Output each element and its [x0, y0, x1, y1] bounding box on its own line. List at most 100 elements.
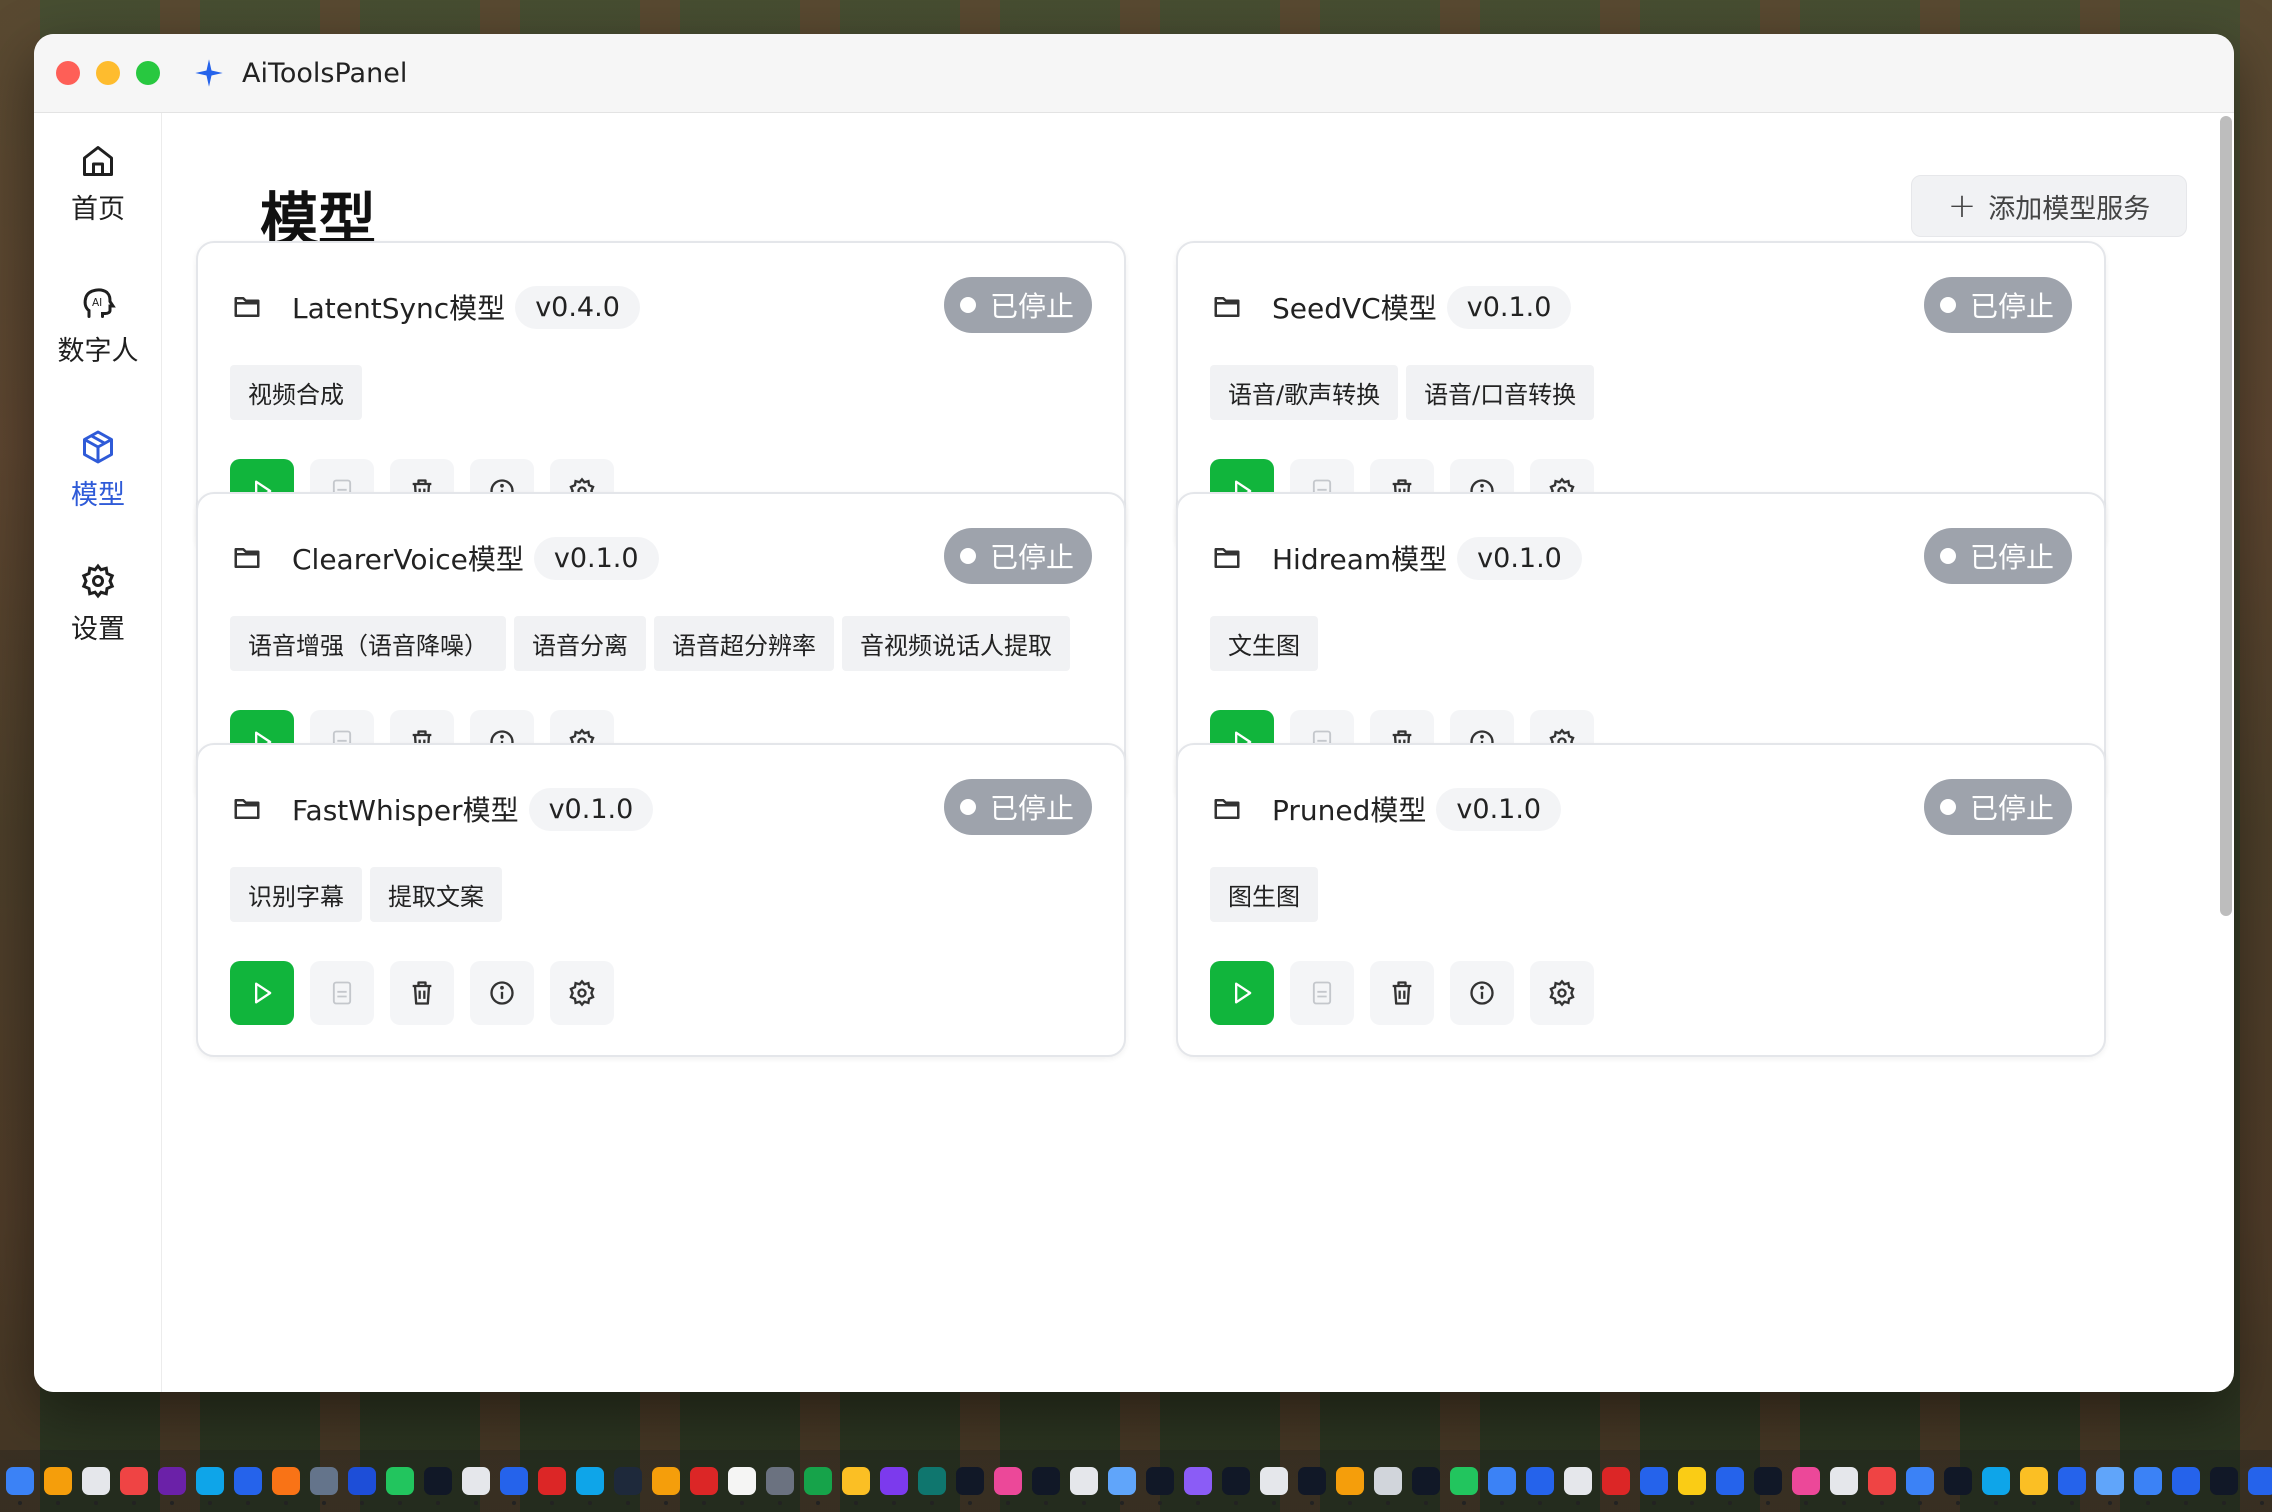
- dock-app-icon[interactable]: [1716, 1467, 1744, 1505]
- capability-tag: 文生图: [1210, 616, 1318, 671]
- dock-app-icon[interactable]: [994, 1467, 1022, 1505]
- dock-app-icon[interactable]: [386, 1467, 414, 1505]
- dock-app-icon[interactable]: [424, 1467, 452, 1505]
- dock-app-icon[interactable]: [956, 1467, 984, 1505]
- document-icon: [1312, 981, 1332, 1005]
- dock-app-icon[interactable]: [804, 1467, 832, 1505]
- dock-app-icon[interactable]: [6, 1467, 34, 1505]
- info-button[interactable]: [470, 961, 534, 1025]
- document-icon: [332, 981, 352, 1005]
- dock-app-icon[interactable]: [234, 1467, 262, 1505]
- start-button[interactable]: [1210, 961, 1274, 1025]
- dock-app-icon[interactable]: [538, 1467, 566, 1505]
- delete-button[interactable]: [390, 961, 454, 1025]
- dock-app-icon[interactable]: [1146, 1467, 1174, 1505]
- capability-tag: 语音分离: [514, 616, 646, 671]
- dock-app-icon[interactable]: [1222, 1467, 1250, 1505]
- dock-app-icon[interactable]: [1526, 1467, 1554, 1505]
- sidebar-item-label: 模型: [71, 480, 125, 511]
- dock-app-icon[interactable]: [1982, 1467, 2010, 1505]
- sidebar-item-settings[interactable]: 设置: [34, 563, 162, 646]
- dock-app-icon[interactable]: [2020, 1467, 2048, 1505]
- settings-button[interactable]: [550, 961, 614, 1025]
- dock-app-icon[interactable]: [1564, 1467, 1592, 1505]
- info-button[interactable]: [1450, 961, 1514, 1025]
- dock-app-icon[interactable]: [2096, 1467, 2124, 1505]
- dock-app-icon[interactable]: [1374, 1467, 1402, 1505]
- dock-app-icon[interactable]: [1184, 1467, 1212, 1505]
- sidebar-item-home[interactable]: 首页: [34, 143, 162, 226]
- dock-app-icon[interactable]: [1792, 1467, 1820, 1505]
- scrollbar-thumb[interactable]: [2220, 116, 2232, 916]
- dock-app-icon[interactable]: [1868, 1467, 1896, 1505]
- model-card: Pruned模型 v0.1.0 已停止 图生图: [1176, 743, 2106, 1057]
- dock-app-icon[interactable]: [348, 1467, 376, 1505]
- dock-app-icon[interactable]: [2210, 1467, 2238, 1505]
- dock-app-icon[interactable]: [1488, 1467, 1516, 1505]
- dock-app-icon[interactable]: [1070, 1467, 1098, 1505]
- dock-app-icon[interactable]: [766, 1467, 794, 1505]
- start-button[interactable]: [230, 961, 294, 1025]
- dock-app-icon[interactable]: [1754, 1467, 1782, 1505]
- status-badge: 已停止: [1923, 779, 2072, 835]
- dock-app-icon[interactable]: [1944, 1467, 1972, 1505]
- dock-app-icon[interactable]: [1602, 1467, 1630, 1505]
- settings-button[interactable]: [1530, 961, 1594, 1025]
- dock-app-icon[interactable]: [120, 1467, 148, 1505]
- dock-app-icon[interactable]: [462, 1467, 490, 1505]
- dock-app-icon[interactable]: [1032, 1467, 1060, 1505]
- dock-app-icon[interactable]: [1108, 1467, 1136, 1505]
- dock-app-icon[interactable]: [2134, 1467, 2162, 1505]
- folder-icon[interactable]: [1212, 794, 1242, 824]
- dock-app-icon[interactable]: [1260, 1467, 1288, 1505]
- model-name: SeedVC模型: [1272, 292, 1437, 325]
- dock-app-icon[interactable]: [1830, 1467, 1858, 1505]
- dock-app-icon[interactable]: [842, 1467, 870, 1505]
- status-badge: 已停止: [1923, 277, 2072, 333]
- sidebar-item-digital-human[interactable]: AI 数字人: [34, 285, 162, 368]
- logs-button[interactable]: [1290, 961, 1354, 1025]
- dock-app-icon[interactable]: [728, 1467, 756, 1505]
- dock-app-icon[interactable]: [1298, 1467, 1326, 1505]
- dock-app-icon[interactable]: [1450, 1467, 1478, 1505]
- model-name: Pruned模型: [1272, 794, 1427, 827]
- dock-app-icon[interactable]: [82, 1467, 110, 1505]
- dock-app-icon[interactable]: [918, 1467, 946, 1505]
- dock-app-icon[interactable]: [2172, 1467, 2200, 1505]
- folder-icon[interactable]: [232, 292, 262, 322]
- dock-app-icon[interactable]: [576, 1467, 604, 1505]
- folder-icon[interactable]: [232, 794, 262, 824]
- logs-button[interactable]: [310, 961, 374, 1025]
- model-version-badge: v0.1.0: [1436, 787, 1562, 831]
- dock-app-icon[interactable]: [500, 1467, 528, 1505]
- dock-app-icon[interactable]: [614, 1467, 642, 1505]
- cube-icon: [83, 430, 113, 464]
- dock-app-icon[interactable]: [272, 1467, 300, 1505]
- dock-app-icon[interactable]: [310, 1467, 338, 1505]
- dock-app-icon[interactable]: [880, 1467, 908, 1505]
- dock-app-icon[interactable]: [1640, 1467, 1668, 1505]
- play-icon: [255, 982, 272, 1004]
- folder-icon[interactable]: [232, 543, 262, 573]
- dock-app-icon[interactable]: [2248, 1467, 2272, 1505]
- dock-app-icon[interactable]: [1678, 1467, 1706, 1505]
- dock-app-icon[interactable]: [652, 1467, 680, 1505]
- close-window-button[interactable]: [56, 61, 80, 85]
- dock-app-icon[interactable]: [2058, 1467, 2086, 1505]
- dock-app-icon[interactable]: [1336, 1467, 1364, 1505]
- app-title: AiToolsPanel: [242, 57, 408, 89]
- dock-app-icon[interactable]: [196, 1467, 224, 1505]
- delete-button[interactable]: [1370, 961, 1434, 1025]
- minimize-window-button[interactable]: [96, 61, 120, 85]
- dock-app-icon[interactable]: [1906, 1467, 1934, 1505]
- folder-icon[interactable]: [1212, 292, 1242, 322]
- dock-app-icon[interactable]: [690, 1467, 718, 1505]
- folder-icon[interactable]: [1212, 543, 1242, 573]
- zoom-window-button[interactable]: [136, 61, 160, 85]
- dock-app-icon[interactable]: [1412, 1467, 1440, 1505]
- capability-tag: 音视频说话人提取: [842, 616, 1070, 671]
- dock-app-icon[interactable]: [158, 1467, 186, 1505]
- add-model-service-button[interactable]: + 添加模型服务: [1911, 175, 2187, 237]
- dock-app-icon[interactable]: [44, 1467, 72, 1505]
- sidebar-item-models[interactable]: 模型: [34, 429, 162, 512]
